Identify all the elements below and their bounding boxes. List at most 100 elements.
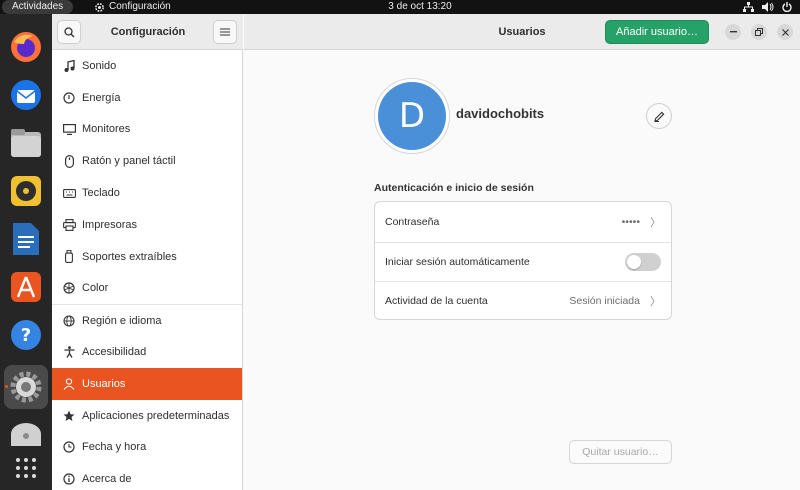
app-menu[interactable]: Configuración bbox=[94, 0, 171, 14]
sidebar-item-label: Accesibilidad bbox=[82, 346, 147, 359]
menu-button[interactable] bbox=[213, 20, 237, 44]
keyboard-icon bbox=[62, 186, 76, 200]
sidebar-item-raton[interactable]: Ratón y panel táctil bbox=[52, 145, 242, 177]
header-bar: Usuarios Añadir usuario… bbox=[244, 14, 800, 50]
files-icon[interactable] bbox=[4, 121, 48, 165]
section-title: Autenticación e inicio de sesión bbox=[374, 182, 534, 194]
clock[interactable]: 3 de oct 13:20 bbox=[360, 0, 480, 14]
sidebar-item-usuarios[interactable]: Usuarios bbox=[52, 367, 242, 400]
username-label: davidochobits bbox=[456, 106, 545, 121]
sidebar-item-label: Fecha y hora bbox=[82, 441, 147, 454]
info-icon bbox=[62, 472, 76, 486]
sidebar-item-label: Energía bbox=[82, 91, 121, 104]
app-name: Configuración bbox=[109, 1, 171, 12]
writer-icon[interactable] bbox=[4, 217, 48, 261]
restore-icon bbox=[755, 28, 763, 36]
edit-username-button[interactable] bbox=[646, 103, 672, 129]
system-tray[interactable] bbox=[743, 0, 792, 14]
sidebar-item-region[interactable]: Región e idioma bbox=[52, 304, 242, 336]
sidebar-item-label: Región e idioma bbox=[82, 314, 162, 327]
sidebar-item-sonido[interactable]: Sonido bbox=[52, 50, 242, 82]
color-icon bbox=[62, 281, 76, 295]
sidebar-item-label: Usuarios bbox=[82, 377, 126, 390]
sidebar: Configuración Sonido Energía Monitores R… bbox=[52, 14, 243, 490]
sidebar-item-aplicaciones[interactable]: Aplicaciones predeterminadas bbox=[52, 400, 242, 432]
rhythmbox-icon[interactable] bbox=[4, 169, 48, 213]
remove-user-button[interactable]: Quitar usuario… bbox=[569, 440, 672, 464]
sidebar-item-label: Color bbox=[82, 282, 109, 295]
autologin-row[interactable]: Iniciar sesión automáticamente bbox=[375, 241, 671, 282]
activity-label: Actividad de la cuenta bbox=[385, 295, 488, 308]
volume-icon bbox=[762, 2, 774, 12]
sidebar-item-color[interactable]: Color bbox=[52, 273, 242, 305]
monitor-icon bbox=[62, 122, 76, 136]
app-grid-icon[interactable] bbox=[4, 446, 48, 490]
sidebar-item-label: Soportes extraíbles bbox=[82, 250, 177, 263]
autologin-label: Iniciar sesión automáticamente bbox=[385, 255, 530, 268]
thunderbird-icon[interactable] bbox=[4, 73, 48, 117]
globe-icon bbox=[62, 314, 76, 328]
activities-button[interactable]: Actividades bbox=[2, 0, 74, 14]
sidebar-item-acerca[interactable]: Acerca de bbox=[52, 463, 242, 490]
sidebar-item-impresoras[interactable]: Impresoras bbox=[52, 209, 242, 241]
password-value: ••••• bbox=[621, 215, 640, 228]
avatar: D bbox=[378, 82, 446, 150]
page-title: Usuarios bbox=[498, 26, 546, 38]
software-icon[interactable] bbox=[4, 265, 48, 309]
settings-window: Configuración Sonido Energía Monitores R… bbox=[52, 14, 800, 490]
sidebar-item-label: Monitores bbox=[82, 123, 131, 136]
power-menu-icon bbox=[782, 2, 792, 12]
sidebar-item-soportes[interactable]: Soportes extraíbles bbox=[52, 241, 242, 273]
sidebar-item-teclado[interactable]: Teclado bbox=[52, 177, 242, 209]
password-label: Contraseña bbox=[385, 215, 440, 228]
sidebar-item-monitores[interactable]: Monitores bbox=[52, 114, 242, 146]
chevron-right-icon: 〉 bbox=[650, 296, 661, 309]
sidebar-item-label: Ratón y panel táctil bbox=[82, 155, 176, 168]
sidebar-item-label: Sonido bbox=[82, 59, 117, 72]
settings-icon[interactable] bbox=[4, 365, 48, 409]
users-panel: Usuarios Añadir usuario… D davidochobits… bbox=[244, 14, 800, 490]
sidebar-item-label: Acerca de bbox=[82, 473, 132, 486]
chevron-right-icon: 〉 bbox=[650, 216, 661, 229]
minimize-icon bbox=[729, 31, 737, 33]
close-icon bbox=[781, 28, 789, 36]
help-icon[interactable]: ? bbox=[4, 313, 48, 357]
star-icon bbox=[62, 409, 76, 423]
sidebar-item-accesibilidad[interactable]: Accesibilidad bbox=[52, 336, 242, 368]
accessibility-icon bbox=[62, 345, 76, 359]
switch-knob bbox=[627, 254, 641, 269]
sidebar-item-label: Aplicaciones predeterminadas bbox=[82, 409, 230, 422]
network-icon bbox=[743, 2, 754, 12]
activity-value: Sesión iniciada bbox=[569, 295, 640, 308]
sidebar-item-fecha[interactable]: Fecha y hora bbox=[52, 432, 242, 464]
avatar-button[interactable]: D bbox=[374, 78, 450, 154]
password-row[interactable]: Contraseña ••••• 〉 bbox=[375, 202, 671, 242]
account-activity-row[interactable]: Actividad de la cuenta Sesión iniciada 〉 bbox=[375, 281, 671, 321]
clock-icon bbox=[62, 440, 76, 454]
close-button[interactable] bbox=[777, 24, 793, 40]
sidebar-header: Configuración bbox=[52, 14, 243, 50]
pencil-icon bbox=[653, 111, 664, 122]
printer-icon bbox=[62, 218, 76, 232]
add-user-button[interactable]: Añadir usuario… bbox=[605, 20, 709, 44]
firefox-icon[interactable] bbox=[4, 25, 48, 69]
power-icon bbox=[62, 91, 76, 105]
search-button[interactable] bbox=[57, 20, 81, 44]
sidebar-item-energia[interactable]: Energía bbox=[52, 82, 242, 114]
mouse-icon bbox=[62, 154, 76, 168]
minimize-button[interactable] bbox=[725, 24, 741, 40]
sidebar-item-label: Teclado bbox=[82, 187, 120, 200]
top-bar: Actividades Configuración 3 de oct 13:20 bbox=[0, 0, 800, 14]
sidebar-list: Sonido Energía Monitores Ratón y panel t… bbox=[52, 50, 242, 490]
sidebar-item-label: Impresoras bbox=[82, 218, 138, 231]
svg-text:?: ? bbox=[21, 325, 31, 346]
usb-icon bbox=[62, 250, 76, 264]
dock: ? bbox=[0, 14, 52, 490]
gear-icon bbox=[95, 2, 104, 12]
hamburger-icon bbox=[220, 28, 230, 36]
autologin-switch[interactable] bbox=[625, 252, 661, 271]
users-icon bbox=[62, 377, 76, 391]
maximize-button[interactable] bbox=[751, 24, 767, 40]
search-icon bbox=[63, 26, 74, 37]
active-indicator bbox=[5, 385, 8, 388]
